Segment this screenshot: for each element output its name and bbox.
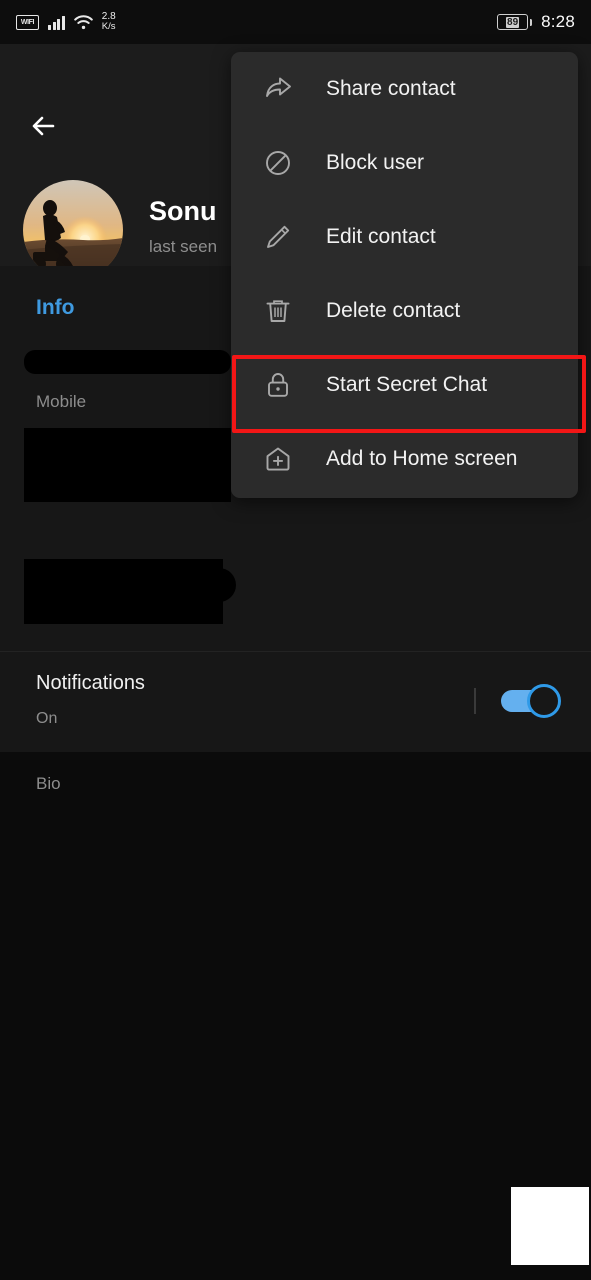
status-bar-right: 89 8:28: [497, 12, 575, 32]
wifi-label-icon: WIFI: [16, 14, 39, 30]
status-bar-clock: 8:28: [541, 12, 575, 31]
profile-name: Sonu: [149, 196, 217, 226]
wifi-icon: [73, 14, 93, 30]
toggle-knob: [527, 684, 561, 718]
tab-info[interactable]: Info: [36, 296, 74, 320]
phone-label: Mobile: [36, 392, 87, 411]
bio-redacted: [24, 428, 231, 502]
menu-item-label: Block user: [326, 151, 425, 174]
signal-bars-icon: [48, 14, 65, 30]
notifications-toggle[interactable]: [501, 684, 561, 718]
notifications-title: Notifications: [36, 672, 145, 694]
network-speed-indicator: 2.8 K/s: [102, 12, 116, 32]
username-redacted: [24, 559, 223, 624]
block-circle-icon: [259, 144, 297, 182]
menu-item-add-to-home-screen[interactable]: Add to Home screen: [231, 422, 578, 496]
avatar[interactable]: [23, 180, 123, 280]
menu-item-delete-contact[interactable]: Delete contact: [231, 274, 578, 348]
menu-item-start-secret-chat[interactable]: Start Secret Chat: [231, 348, 578, 422]
notifications-state: On: [36, 710, 58, 727]
home-plus-icon: [259, 440, 297, 478]
share-arrow-icon: [259, 70, 297, 108]
menu-item-edit-contact[interactable]: Edit contact: [231, 200, 578, 274]
menu-item-label: Add to Home screen: [326, 447, 518, 470]
trash-icon: [259, 292, 297, 330]
avatar-sunset-motorcycle-image: [23, 180, 123, 280]
profile-last-seen: last seen: [149, 237, 218, 256]
back-button[interactable]: [26, 108, 62, 144]
phone-screen: WIFI 2.8 K/s 89 8:28 Sonu last seen Info…: [0, 0, 591, 1280]
back-arrow-icon: [32, 116, 55, 136]
pencil-icon: [259, 218, 297, 256]
menu-item-label: Edit contact: [326, 225, 436, 248]
status-bar: WIFI 2.8 K/s 89 8:28: [0, 0, 591, 44]
menu-item-block-user[interactable]: Block user: [231, 126, 578, 200]
notifications-divider: [474, 688, 476, 714]
menu-item-label: Start Secret Chat: [326, 373, 488, 396]
lock-icon: [259, 366, 297, 404]
battery-icon: 89: [497, 14, 533, 30]
menu-item-share-contact[interactable]: Share contact: [231, 52, 578, 126]
network-speed-unit: K/s: [101, 21, 116, 32]
phone-number-redacted: [24, 350, 231, 374]
white-square-overlay: [511, 1187, 589, 1265]
bio-label: Bio: [36, 774, 61, 793]
battery-level: 89: [506, 16, 520, 28]
context-menu: Share contact Block user Edit contact De…: [231, 52, 578, 498]
menu-item-label: Delete contact: [326, 299, 461, 322]
section-divider: [0, 651, 591, 652]
menu-item-label: Share contact: [326, 77, 456, 100]
status-bar-left: WIFI 2.8 K/s: [16, 12, 116, 32]
